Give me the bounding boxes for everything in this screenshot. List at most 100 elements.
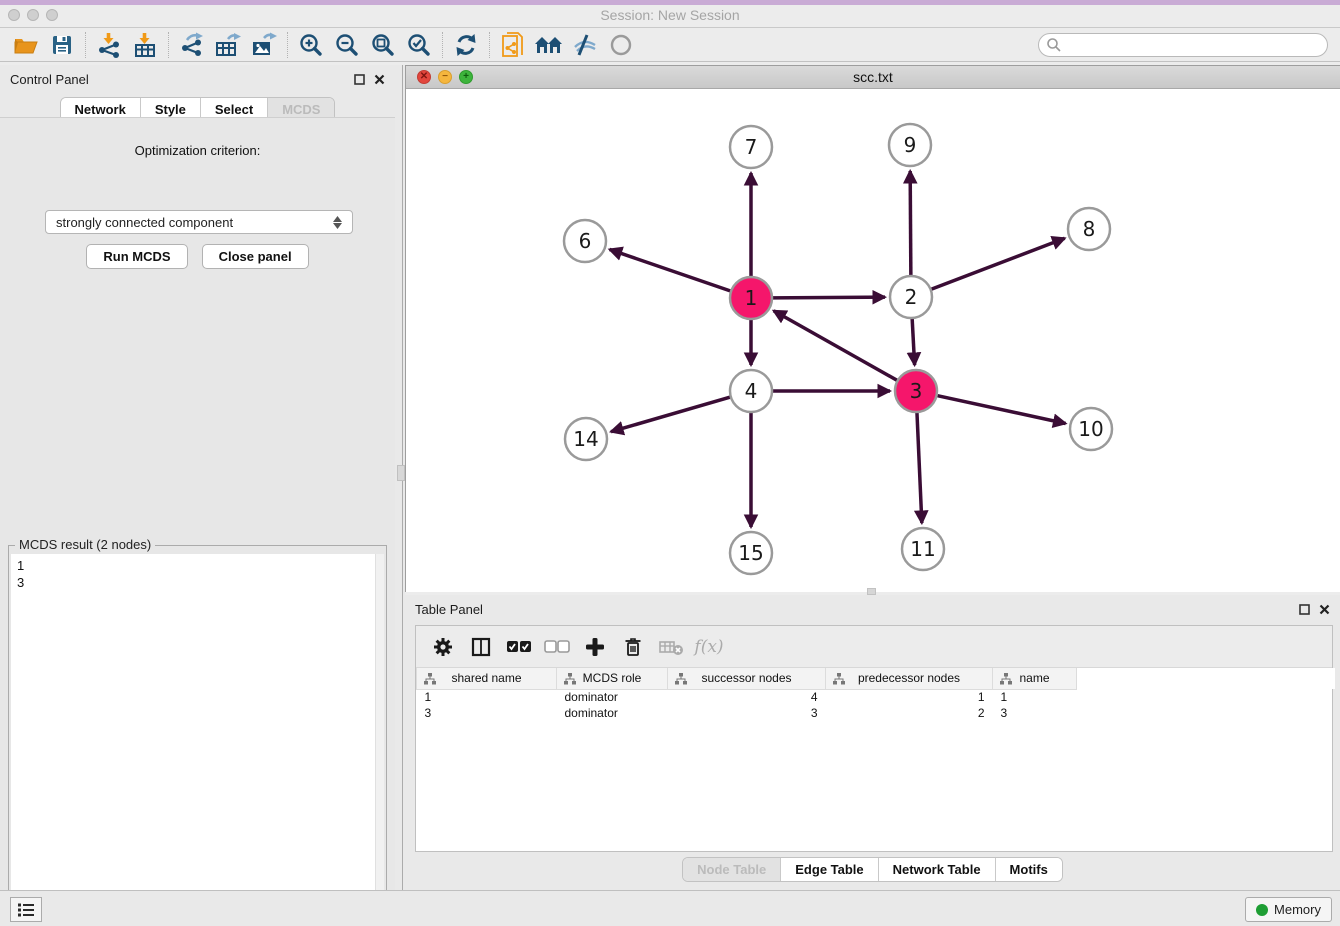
list-icon: [17, 902, 35, 918]
network-maximize-button[interactable]: +: [459, 70, 473, 84]
tab-motifs[interactable]: Motifs: [996, 858, 1062, 881]
memory-button[interactable]: Memory: [1245, 897, 1332, 922]
network-canvas[interactable]: 1 2 3 4 6 7 8 9 10 11 14 15: [406, 89, 1340, 592]
graph-node-11[interactable]: 11: [902, 528, 944, 570]
criterion-dropdown[interactable]: strongly connected component: [45, 210, 353, 234]
network-minimize-button[interactable]: −: [438, 70, 452, 84]
tab-network-table[interactable]: Network Table: [879, 858, 996, 881]
column-header-MCDS-role[interactable]: MCDS role: [557, 668, 668, 689]
table-deselect-all-button[interactable]: [540, 632, 574, 662]
cell-MCDS-role[interactable]: dominator: [557, 705, 668, 721]
table-settings-button[interactable]: [426, 632, 460, 662]
cell-name[interactable]: 1: [993, 689, 1077, 705]
table-function-builder-button[interactable]: f(x): [692, 632, 726, 662]
edge-2-8[interactable]: [932, 238, 1065, 289]
graph-node-3[interactable]: 3: [895, 370, 937, 412]
panel-splitter[interactable]: [395, 65, 405, 890]
table-split-columns-button[interactable]: [464, 632, 498, 662]
table-delete-column-button[interactable]: [616, 632, 650, 662]
graph-node-1[interactable]: 1: [730, 277, 772, 319]
table-panel-title: Table Panel: [415, 602, 1299, 617]
zoom-fit-button[interactable]: [365, 30, 401, 60]
cell-predecessor-nodes[interactable]: 2: [826, 705, 993, 721]
edge-3-10[interactable]: [937, 396, 1065, 424]
refresh-button[interactable]: [448, 30, 484, 60]
search-input[interactable]: [1062, 36, 1327, 54]
network-close-button[interactable]: ✕: [417, 70, 431, 84]
close-panel-icon[interactable]: [374, 74, 385, 85]
close-panel-icon[interactable]: [1319, 604, 1330, 615]
edge-3-1[interactable]: [774, 311, 897, 380]
network-bottom-grip[interactable]: [867, 588, 876, 595]
splitter-grip[interactable]: [397, 465, 405, 481]
edge-2-3[interactable]: [912, 319, 914, 365]
svg-text:3: 3: [910, 379, 923, 403]
export-image-icon: [250, 32, 278, 58]
save-session-button[interactable]: [44, 30, 80, 60]
save-floppy-icon: [50, 33, 74, 57]
float-panel-icon[interactable]: [354, 74, 365, 85]
run-mcds-button[interactable]: Run MCDS: [86, 244, 187, 269]
zoom-out-button[interactable]: [329, 30, 365, 60]
task-history-button[interactable]: [10, 897, 42, 922]
cell-shared-name[interactable]: 3: [417, 705, 557, 721]
cell-MCDS-role[interactable]: dominator: [557, 689, 668, 705]
cell-predecessor-nodes[interactable]: 1: [826, 689, 993, 705]
float-panel-icon[interactable]: [1299, 604, 1310, 615]
import-table-button[interactable]: [127, 30, 163, 60]
zoom-in-button[interactable]: [293, 30, 329, 60]
export-image-button[interactable]: [246, 30, 282, 60]
column-header-name[interactable]: name: [993, 668, 1077, 689]
graph-node-15[interactable]: 15: [730, 532, 772, 574]
graph-node-6[interactable]: 6: [564, 220, 606, 262]
graph-node-4[interactable]: 4: [730, 370, 772, 412]
show-graphics-details-button[interactable]: [603, 30, 639, 60]
toolbar-search-field[interactable]: [1038, 33, 1328, 57]
export-table-button[interactable]: [210, 30, 246, 60]
table-add-column-button[interactable]: [578, 632, 612, 662]
hide-graphics-details-button[interactable]: [567, 30, 603, 60]
svg-text:15: 15: [738, 541, 763, 565]
cell-shared-name[interactable]: 1: [417, 689, 557, 705]
edge-2-9[interactable]: [910, 171, 911, 275]
mcds-result-title: MCDS result (2 nodes): [15, 537, 155, 552]
edge-1-6[interactable]: [610, 249, 731, 290]
edge-4-14[interactable]: [611, 397, 730, 432]
table-select-all-button[interactable]: [502, 632, 536, 662]
graph-node-14[interactable]: 14: [565, 418, 607, 460]
tab-edge-table[interactable]: Edge Table: [781, 858, 878, 881]
result-scrollbar[interactable]: [375, 554, 384, 926]
export-network-button[interactable]: [174, 30, 210, 60]
edge-1-2[interactable]: [773, 297, 885, 298]
open-session-button[interactable]: [8, 30, 44, 60]
memory-label: Memory: [1274, 902, 1321, 917]
search-icon: [1046, 37, 1062, 53]
node-table[interactable]: shared nameMCDS rolesuccessor nodesprede…: [416, 668, 1335, 721]
import-network-button[interactable]: [91, 30, 127, 60]
zoom-selected-button[interactable]: [401, 30, 437, 60]
network-window-titlebar[interactable]: ✕ − + scc.txt: [406, 66, 1340, 89]
edge-3-11[interactable]: [917, 413, 922, 523]
toolbar-separator: [489, 32, 490, 58]
column-header-successor-nodes[interactable]: successor nodes: [668, 668, 826, 689]
tab-node-table[interactable]: Node Table: [683, 858, 781, 881]
table-delete-table-button[interactable]: [654, 632, 688, 662]
table-row[interactable]: 1dominator411: [417, 689, 1335, 705]
first-neighbors-button[interactable]: [531, 30, 567, 60]
cell-successor-nodes[interactable]: 3: [668, 705, 826, 721]
graph-node-9[interactable]: 9: [889, 124, 931, 166]
column-header-shared-name[interactable]: shared name: [417, 668, 557, 689]
cell-name[interactable]: 3: [993, 705, 1077, 721]
graph-node-8[interactable]: 8: [1068, 208, 1110, 250]
clone-network-button[interactable]: [495, 30, 531, 60]
graph-node-10[interactable]: 10: [1070, 408, 1112, 450]
eye-icon: [608, 32, 634, 58]
plus-icon: [584, 636, 606, 658]
close-panel-button[interactable]: Close panel: [202, 244, 309, 269]
graph-node-7[interactable]: 7: [730, 126, 772, 168]
table-row[interactable]: 3dominator323: [417, 705, 1335, 721]
zoom-in-icon: [298, 32, 324, 58]
graph-node-2[interactable]: 2: [890, 276, 932, 318]
column-header-predecessor-nodes[interactable]: predecessor nodes: [826, 668, 993, 689]
cell-successor-nodes[interactable]: 4: [668, 689, 826, 705]
